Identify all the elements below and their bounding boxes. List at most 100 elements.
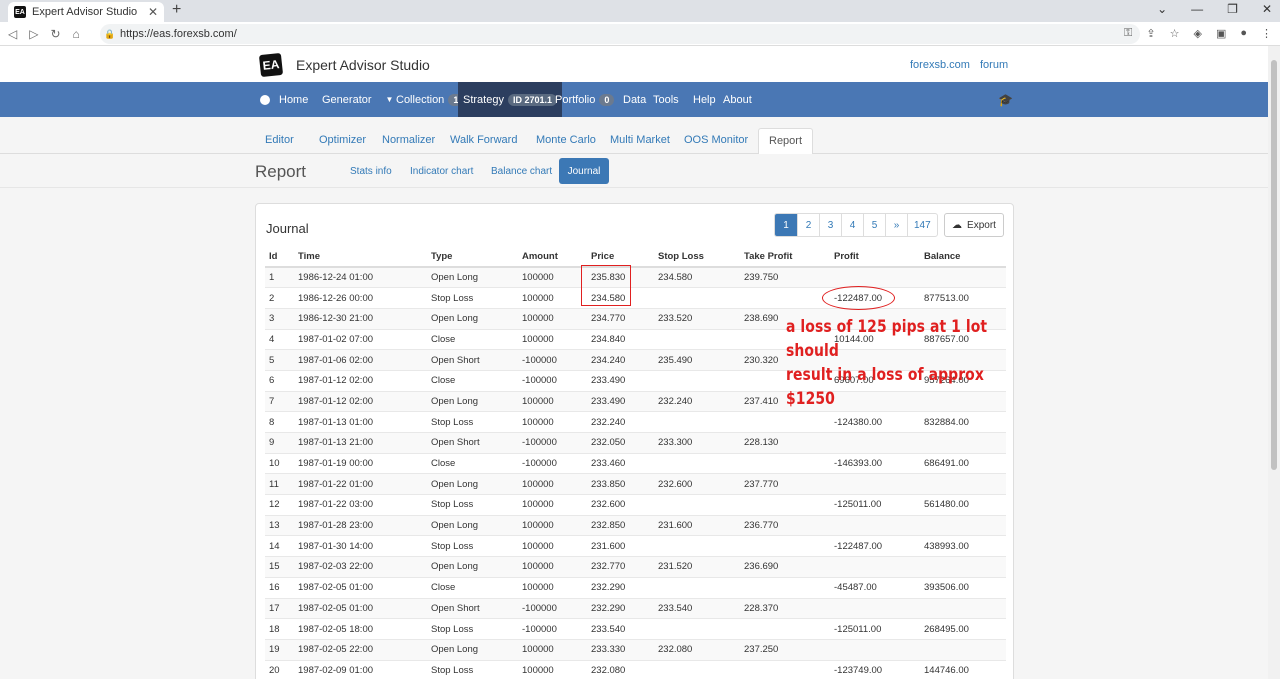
nav-strategy[interactable]: Strategy ID 2701.1 — [458, 82, 562, 117]
bookmark-icon[interactable]: ☆ — [1170, 27, 1180, 40]
cell-stop-loss — [654, 328, 740, 350]
pill-stats-info[interactable]: Stats info — [350, 166, 392, 177]
share-icon[interactable]: ⇪ — [1146, 27, 1155, 40]
report-bar: Report Stats info Indicator chart Balanc… — [0, 154, 1268, 188]
cell-price: 232.290 — [587, 597, 654, 619]
page-3[interactable]: 3 — [819, 214, 841, 236]
cell-stop-loss — [654, 618, 740, 640]
cell-type: Open Long — [427, 556, 518, 578]
cell-time: 1987-02-05 01:00 — [294, 597, 427, 619]
cloud-download-icon: ☁ — [952, 219, 963, 231]
cell-balance — [920, 514, 1006, 536]
pill-indicator-chart[interactable]: Indicator chart — [410, 166, 473, 177]
cell-balance: 393506.00 — [920, 576, 1006, 598]
col-type[interactable]: Type — [427, 247, 518, 268]
col-amount[interactable]: Amount — [518, 247, 587, 268]
nav-home[interactable]: Home — [260, 82, 308, 117]
page-5[interactable]: 5 — [863, 214, 885, 236]
export-button[interactable]: ☁ Export — [944, 213, 1004, 237]
cell-balance — [920, 432, 1006, 454]
col-id[interactable]: Id — [265, 247, 294, 268]
close-icon[interactable]: ✕ — [148, 5, 158, 19]
nav-about[interactable]: About — [723, 82, 752, 117]
nav-tools[interactable]: Tools — [653, 82, 679, 117]
cell-price: 232.770 — [587, 556, 654, 578]
page-last[interactable]: 147 — [907, 214, 937, 236]
cell-take-profit: 228.370 — [740, 597, 830, 619]
cell-time: 1987-01-30 14:00 — [294, 535, 427, 557]
cell-take-profit — [740, 287, 830, 309]
cell-balance — [920, 473, 1006, 495]
nav-generator[interactable]: Generator ▼ — [322, 82, 393, 117]
page-scrollbar[interactable] — [1268, 46, 1280, 679]
extension-icon[interactable]: ◈ — [1193, 27, 1201, 40]
ea-logo[interactable]: EA — [258, 52, 284, 78]
tab-monte-carlo[interactable]: Monte Carlo — [536, 134, 596, 146]
tab-optimizer[interactable]: Optimizer — [319, 134, 366, 146]
journal-title: Journal — [266, 221, 309, 236]
pill-balance-chart[interactable]: Balance chart — [491, 166, 552, 177]
page-2[interactable]: 2 — [797, 214, 819, 236]
key-icon[interactable]: ⚿ — [1124, 27, 1132, 40]
chevron-down-icon[interactable]: ⌄ — [1157, 2, 1167, 16]
col-time[interactable]: Time — [294, 247, 427, 268]
tab-editor[interactable]: Editor — [265, 134, 294, 146]
cell-stop-loss: 233.300 — [654, 432, 740, 454]
cell-stop-loss — [654, 287, 740, 309]
col-take-profit[interactable]: Take Profit — [740, 247, 830, 268]
forexsb-link[interactable]: forexsb.com — [910, 59, 970, 71]
page-4[interactable]: 4 — [841, 214, 863, 236]
tab-normalizer[interactable]: Normalizer — [382, 134, 435, 146]
cell-balance — [920, 638, 1006, 661]
cell-price: 233.850 — [587, 473, 654, 495]
pill-journal[interactable]: Journal — [559, 158, 609, 184]
minimize-icon[interactable]: — — [1191, 2, 1203, 16]
cell-take-profit — [740, 659, 830, 679]
cell-id: 4 — [265, 328, 294, 350]
cell-take-profit — [740, 576, 830, 598]
tab-multi-market[interactable]: Multi Market — [610, 134, 670, 146]
sidebar-icon[interactable]: ▣ — [1216, 27, 1226, 40]
cell-amount: 100000 — [518, 307, 587, 330]
new-tab-icon[interactable]: + — [172, 1, 181, 19]
app-title[interactable]: Expert Advisor Studio — [296, 57, 430, 73]
profile-icon[interactable]: ● — [1240, 27, 1247, 40]
col-stop-loss[interactable]: Stop Loss — [654, 247, 740, 268]
menu-icon[interactable]: ⋮ — [1261, 27, 1272, 40]
nav-collection[interactable]: Collection 1 — [396, 82, 464, 117]
nav-help[interactable]: Help — [693, 82, 716, 117]
cell-price: 234.240 — [587, 349, 654, 371]
close-window-icon[interactable]: ✕ — [1262, 2, 1272, 16]
cell-balance: 438993.00 — [920, 535, 1006, 557]
page-1[interactable]: 1 — [775, 214, 797, 236]
col-price[interactable]: Price — [587, 247, 654, 268]
tab-report[interactable]: Report — [758, 128, 814, 154]
scrollbar-thumb[interactable] — [1271, 60, 1277, 470]
forum-link[interactable]: forum — [980, 59, 1008, 71]
cell-stop-loss: 232.240 — [654, 390, 740, 412]
nav-data[interactable]: Data — [623, 82, 646, 117]
browser-tab[interactable]: EA Expert Advisor Studio ✕ — [8, 2, 164, 22]
forward-icon[interactable]: ▷ — [29, 27, 38, 41]
page-next[interactable]: » — [885, 214, 907, 236]
cell-take-profit — [740, 494, 830, 516]
restore-icon[interactable]: ❐ — [1227, 2, 1238, 16]
cell-time: 1987-02-05 01:00 — [294, 576, 427, 598]
tab-oos-monitor[interactable]: OOS Monitor — [684, 134, 748, 146]
tab-walk-forward[interactable]: Walk Forward — [450, 134, 517, 146]
back-icon[interactable]: ◁ — [8, 27, 17, 41]
cell-type: Open Long — [427, 390, 518, 412]
col-profit[interactable]: Profit — [830, 247, 920, 268]
url-input[interactable]: 🔒 https://eas.forexsb.com/ — [100, 24, 1140, 44]
home-icon[interactable]: ⌂ — [73, 27, 80, 41]
graduation-cap-icon[interactable]: 🎓 — [998, 82, 1013, 117]
cell-amount: -100000 — [518, 452, 587, 474]
nav-portfolio[interactable]: Portfolio 0 — [555, 82, 615, 117]
cell-price: 232.240 — [587, 411, 654, 433]
cell-time: 1987-02-09 01:00 — [294, 659, 427, 679]
cell-price: 231.600 — [587, 535, 654, 557]
reload-icon[interactable]: ↻ — [50, 27, 60, 41]
cell-id: 11 — [265, 473, 294, 495]
cell-balance: 832884.00 — [920, 411, 1006, 433]
col-balance[interactable]: Balance — [920, 247, 1006, 268]
